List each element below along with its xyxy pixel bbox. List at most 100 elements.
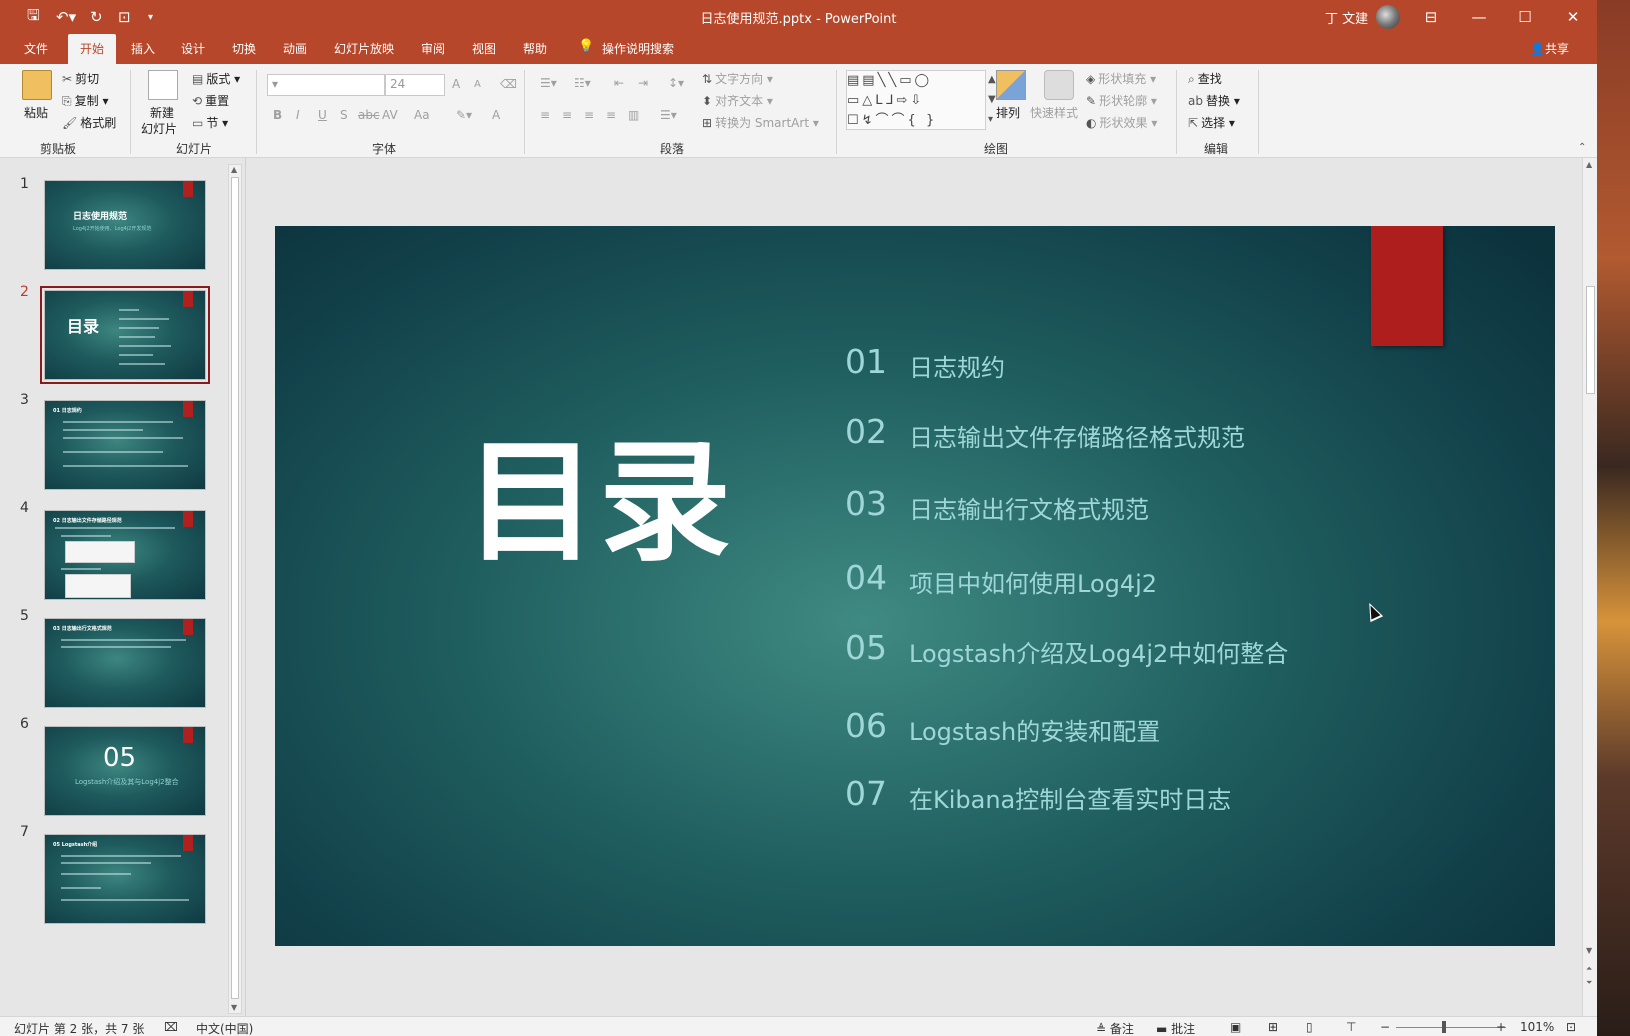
reset-button[interactable]: ⟲ 重置 bbox=[192, 92, 229, 109]
paragraph-options-icon[interactable]: ☰▾ bbox=[660, 108, 677, 122]
close-icon[interactable]: ✕ bbox=[1560, 5, 1586, 29]
scroll-up-icon[interactable]: ▲ bbox=[1586, 160, 1592, 169]
slideshow-view-icon[interactable]: ⊤ bbox=[1346, 1020, 1356, 1034]
grow-font-button[interactable]: A bbox=[452, 77, 460, 91]
slide-thumbnail-2[interactable]: 目录 bbox=[40, 286, 210, 384]
slide-thumbnail-4[interactable]: 02 日志输出文件存储路径规范 bbox=[44, 510, 206, 600]
share-button[interactable]: 👤共享 bbox=[1530, 40, 1569, 57]
collapse-ribbon-icon[interactable]: ⌃ bbox=[1578, 142, 1586, 153]
numbering-icon[interactable]: ☷▾ bbox=[574, 76, 591, 90]
columns-icon[interactable]: ▥ bbox=[628, 108, 639, 122]
new-slide-icon[interactable] bbox=[148, 70, 178, 100]
language-indicator[interactable]: 中文(中国) bbox=[196, 1020, 253, 1036]
zoom-slider-handle[interactable] bbox=[1442, 1021, 1446, 1033]
strikethrough-button[interactable]: abc bbox=[358, 108, 380, 122]
arrange-button[interactable]: 排列 bbox=[996, 104, 1020, 121]
scroll-down-icon[interactable]: ▼ bbox=[231, 1003, 237, 1012]
increase-indent-icon[interactable]: ⇥ bbox=[638, 76, 648, 90]
shadow-button[interactable]: S bbox=[340, 108, 348, 122]
reading-view-icon[interactable]: ▯ bbox=[1306, 1020, 1313, 1034]
shape-effects-button[interactable]: ◐ 形状效果 ▾ bbox=[1086, 114, 1157, 131]
slide-thumbnail-1[interactable]: 日志使用规范 Log4j2开始使用、Log4j2开发规范 bbox=[44, 180, 206, 270]
change-case-button[interactable]: Aa bbox=[414, 108, 430, 122]
char-spacing-button[interactable]: AV bbox=[382, 108, 398, 122]
text-direction-button[interactable]: ⇅ 文字方向 ▾ bbox=[702, 70, 773, 87]
tab-review[interactable]: 审阅 bbox=[421, 40, 445, 57]
format-painter-button[interactable]: 🖌 格式刷 bbox=[62, 114, 116, 131]
tab-file[interactable]: 文件 bbox=[24, 40, 48, 57]
align-text-button[interactable]: ⬍ 对齐文本 ▾ bbox=[702, 92, 773, 109]
tab-view[interactable]: 视图 bbox=[472, 40, 496, 57]
paste-button[interactable]: 粘贴 bbox=[24, 104, 48, 121]
align-center-icon[interactable]: ≡ bbox=[562, 108, 572, 122]
slide-thumbnail-6[interactable]: 05 Logstash介绍及其与Log4j2整合 bbox=[44, 726, 206, 816]
decrease-indent-icon[interactable]: ⇤ bbox=[614, 76, 624, 90]
minimize-icon[interactable]: — bbox=[1466, 5, 1492, 29]
bullets-icon[interactable]: ☰▾ bbox=[540, 76, 557, 90]
select-button[interactable]: ⇱ 选择 ▾ bbox=[1188, 114, 1235, 131]
current-slide[interactable]: 目录 01 日志规约 02 日志输出文件存储路径格式规范 03 日志输出行文格式… bbox=[275, 226, 1555, 946]
shrink-font-button[interactable]: A bbox=[474, 79, 481, 90]
accessibility-icon[interactable]: ⌧ bbox=[164, 1020, 178, 1034]
replace-button[interactable]: ab 替换 ▾ bbox=[1188, 92, 1240, 109]
tell-me-search[interactable]: 操作说明搜索 bbox=[602, 40, 674, 57]
highlight-icon[interactable]: ✎▾ bbox=[456, 108, 472, 122]
cut-button[interactable]: ✂ 剪切 bbox=[62, 70, 99, 87]
slide-heading[interactable]: 目录 bbox=[465, 396, 733, 587]
tab-transitions[interactable]: 切换 bbox=[232, 40, 256, 57]
tab-insert[interactable]: 插入 bbox=[131, 40, 155, 57]
tab-design[interactable]: 设计 bbox=[181, 40, 205, 57]
scroll-up-icon[interactable]: ▲ bbox=[231, 165, 237, 174]
section-button[interactable]: ▭ 节 ▾ bbox=[192, 114, 228, 131]
align-left-icon[interactable]: ≡ bbox=[540, 108, 550, 122]
tab-home[interactable]: 开始 bbox=[68, 34, 117, 64]
italic-button[interactable]: I bbox=[296, 108, 300, 122]
scrollbar-thumb[interactable] bbox=[1586, 286, 1595, 394]
find-button[interactable]: ⌕ 查找 bbox=[1188, 70, 1222, 87]
align-right-icon[interactable]: ≡ bbox=[584, 108, 594, 122]
zoom-out-icon[interactable]: − bbox=[1380, 1020, 1390, 1034]
scroll-down-icon[interactable]: ▼ bbox=[1586, 946, 1592, 955]
font-color-button[interactable]: A bbox=[492, 108, 500, 122]
zoom-in-icon[interactable]: + bbox=[1496, 1020, 1506, 1034]
clear-formatting-icon[interactable]: ⌫ bbox=[500, 77, 517, 91]
next-slide-icon[interactable]: ⏷ bbox=[1586, 978, 1592, 988]
bold-button[interactable]: B bbox=[273, 108, 282, 122]
font-name-dropdown[interactable]: ▾ bbox=[267, 74, 385, 96]
zoom-slider[interactable] bbox=[1396, 1027, 1506, 1028]
new-slide-label-1[interactable]: 新建 bbox=[150, 104, 174, 121]
line-spacing-icon[interactable]: ↕▾ bbox=[668, 76, 684, 90]
smartart-button[interactable]: ⊞ 转换为 SmartArt ▾ bbox=[702, 114, 819, 131]
notes-button[interactable]: ≜ 备注 bbox=[1096, 1020, 1134, 1036]
slide-scrollbar[interactable]: ▲ ▼ ⏶ ⏷ bbox=[1582, 158, 1597, 1016]
shape-outline-button[interactable]: ✎ 形状轮廓 ▾ bbox=[1086, 92, 1157, 109]
shape-fill-button[interactable]: ◈ 形状填充 ▾ bbox=[1086, 70, 1156, 87]
ribbon-display-options-icon[interactable]: ⊟ bbox=[1418, 5, 1444, 29]
arrange-icon[interactable] bbox=[996, 70, 1026, 100]
avatar[interactable] bbox=[1376, 5, 1400, 29]
normal-view-icon[interactable]: ▣ bbox=[1230, 1020, 1241, 1034]
tab-animations[interactable]: 动画 bbox=[283, 40, 307, 57]
slide-thumbnail-3[interactable]: 01 日志规约 bbox=[44, 400, 206, 490]
thumbnails-scrollbar[interactable]: ▲ ▼ bbox=[228, 164, 242, 1014]
tab-slideshow[interactable]: 幻灯片放映 bbox=[334, 40, 394, 57]
scrollbar-thumb[interactable] bbox=[231, 177, 239, 999]
font-size-dropdown[interactable]: 24 bbox=[385, 74, 445, 96]
shapes-gallery[interactable]: ▤▤╲╲▭◯ ▭△ᒪᒧ⇨⇩ ☐↯⌒⌒{ } bbox=[846, 70, 986, 130]
underline-button[interactable]: U bbox=[318, 108, 327, 122]
comments-button[interactable]: ▬ 批注 bbox=[1156, 1020, 1195, 1036]
maximize-icon[interactable]: ☐ bbox=[1512, 5, 1538, 29]
zoom-level[interactable]: 101% bbox=[1520, 1020, 1554, 1034]
tab-help[interactable]: 帮助 bbox=[523, 40, 547, 57]
slide-sorter-icon[interactable]: ⊞ bbox=[1268, 1020, 1278, 1034]
fit-to-window-icon[interactable]: ⊡ bbox=[1566, 1020, 1576, 1034]
new-slide-label-2[interactable]: 幻灯片 bbox=[141, 120, 177, 137]
previous-slide-icon[interactable]: ⏶ bbox=[1586, 964, 1592, 974]
justify-icon[interactable]: ≡ bbox=[606, 108, 616, 122]
quick-styles-button[interactable]: 快速样式 bbox=[1030, 104, 1078, 121]
layout-button[interactable]: ▤ 版式 ▾ bbox=[192, 70, 240, 87]
paste-icon[interactable] bbox=[22, 70, 52, 100]
shapes-gallery-scroll[interactable]: ▲ ▼ ▾ bbox=[988, 70, 996, 130]
copy-button[interactable]: ⎘ 复制 ▾ bbox=[62, 92, 108, 109]
quick-styles-icon[interactable] bbox=[1044, 70, 1074, 100]
